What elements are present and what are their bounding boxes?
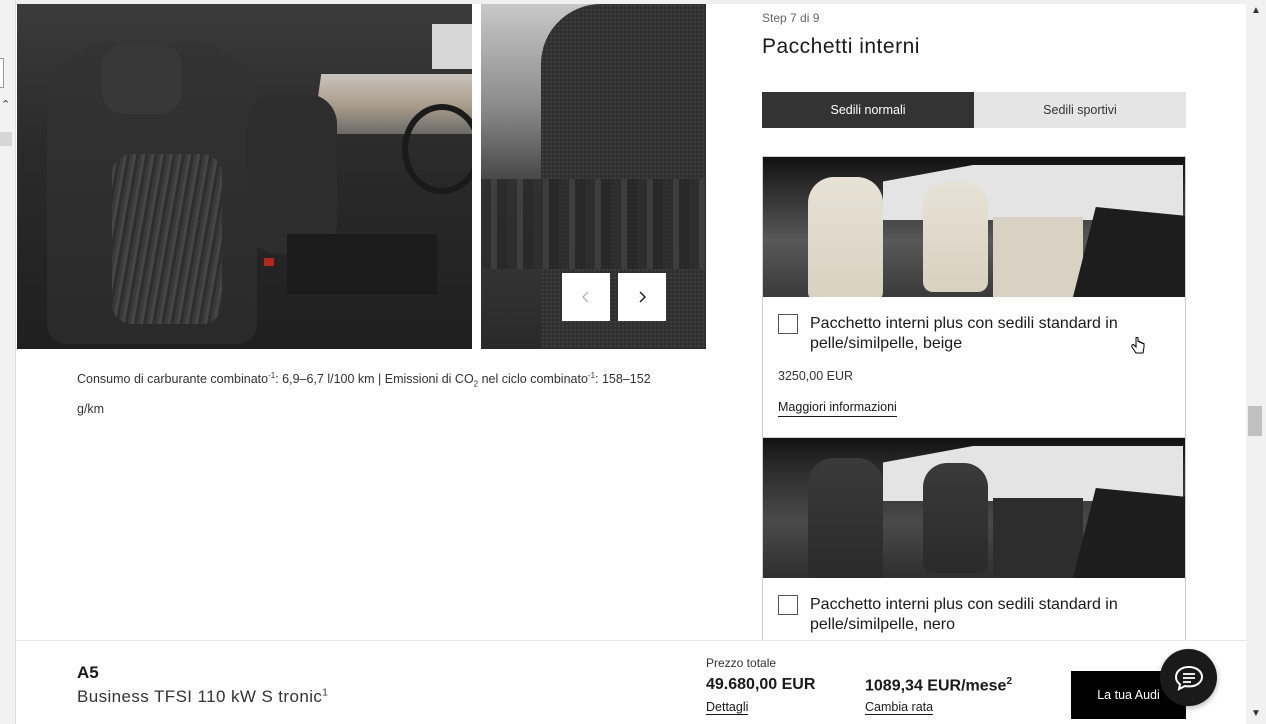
interior-photo-main: [17, 4, 472, 349]
chat-bubble-icon: [1174, 665, 1203, 691]
step-indicator: Step 7 di 9: [762, 11, 820, 25]
seat-type-tabs: Sedili normali Sedili sportivi: [762, 92, 1186, 128]
monthly-rate: 1089,34 EUR/mese2: [865, 676, 1012, 695]
rear-seat: [808, 177, 883, 297]
seat-headrest: [102, 44, 182, 114]
summary-bar: A5 Business TFSI 110 kW S tronic1 Prezzo…: [16, 640, 1246, 724]
scroll-down-icon[interactable]: ▼: [1251, 708, 1261, 719]
front-seat: [923, 463, 988, 573]
car-window-rear: [432, 24, 472, 69]
option-label: Pacchetto interni plus con sedili standa…: [810, 315, 1118, 352]
footnote-ref[interactable]: 1: [322, 687, 328, 698]
details-link[interactable]: Dettagli: [706, 700, 749, 715]
dashboard: [1073, 207, 1185, 297]
model-variant: Business TFSI 110 kW S tronic1: [77, 687, 328, 707]
dashboard: [1073, 488, 1185, 578]
cycle-label: nel ciclo combinato: [478, 372, 588, 387]
total-price-label: Prezzo totale: [706, 656, 777, 670]
option-image-beige: [763, 157, 1185, 297]
gallery-prev-button[interactable]: [562, 273, 610, 321]
page-title: Pacchetti interni: [762, 35, 920, 58]
side-tab[interactable]: [0, 58, 4, 88]
chevron-right-icon: [639, 291, 646, 303]
chevron-left-icon: [582, 291, 589, 303]
monthly-rate-value: 1089,34 EUR/mese: [865, 677, 1007, 695]
option-row: Pacchetto interni plus con sedili standa…: [778, 314, 1180, 354]
front-seat: [923, 182, 988, 292]
chat-button[interactable]: [1160, 649, 1217, 706]
door-panel: [993, 217, 1083, 297]
footnote-ref[interactable]: -1: [588, 371, 595, 380]
variant-text: Business TFSI 110 kW S tronic: [77, 687, 323, 706]
steering-wheel: [402, 104, 472, 194]
option-checkbox-beige[interactable]: [778, 314, 798, 334]
change-rate-link[interactable]: Cambia rata: [865, 700, 934, 715]
option-label: Pacchetto interni plus con sedili standa…: [810, 596, 1118, 633]
option-row: Pacchetto interni plus con sedili standa…: [778, 595, 1180, 635]
seat-pattern-detail: [481, 179, 706, 269]
rear-seat: [808, 458, 883, 578]
option-checkbox-nero[interactable]: [778, 595, 798, 615]
chevron-up-icon[interactable]: ⌃: [1, 98, 10, 111]
hand-cursor-icon: [1131, 337, 1145, 354]
seat-fabric-insert: [112, 154, 222, 324]
page-scrollbar[interactable]: ▲ ▼: [1246, 0, 1266, 724]
scrollbar-thumb[interactable]: [1248, 406, 1262, 436]
left-panel-strip: ⌃: [0, 0, 16, 724]
side-block: [0, 132, 12, 146]
consumption-label: Consumo di carburante combinato: [77, 372, 269, 387]
center-console: [287, 234, 437, 294]
consumption-value: : 6,9–6,7 l/100 km | Emissioni di CO: [275, 372, 474, 387]
model-name: A5: [77, 663, 99, 682]
door-panel: [993, 498, 1083, 578]
tab-sedili-sportivi[interactable]: Sedili sportivi: [974, 92, 1186, 128]
scroll-up-icon[interactable]: ▲: [1251, 5, 1261, 16]
option-card-beige: Pacchetto interni plus con sedili standa…: [762, 156, 1186, 438]
option-image-nero: [763, 438, 1185, 578]
option-card-nero: Pacchetto interni plus con sedili standa…: [762, 438, 1186, 658]
gallery-next-button[interactable]: [618, 273, 666, 321]
passenger-seat: [247, 94, 337, 254]
total-price: 49.680,00 EUR: [706, 676, 816, 693]
seatbelt-buckle: [264, 258, 274, 266]
fuel-consumption-note: Consumo di carburante combinato -1 : 6,9–6…: [77, 364, 677, 421]
tab-sedili-normali[interactable]: Sedili normali: [762, 92, 974, 128]
footnote-ref[interactable]: 2: [1006, 676, 1012, 687]
option-price: 3250,00 EUR: [778, 369, 854, 383]
more-info-link[interactable]: Maggiori informazioni: [778, 400, 897, 417]
